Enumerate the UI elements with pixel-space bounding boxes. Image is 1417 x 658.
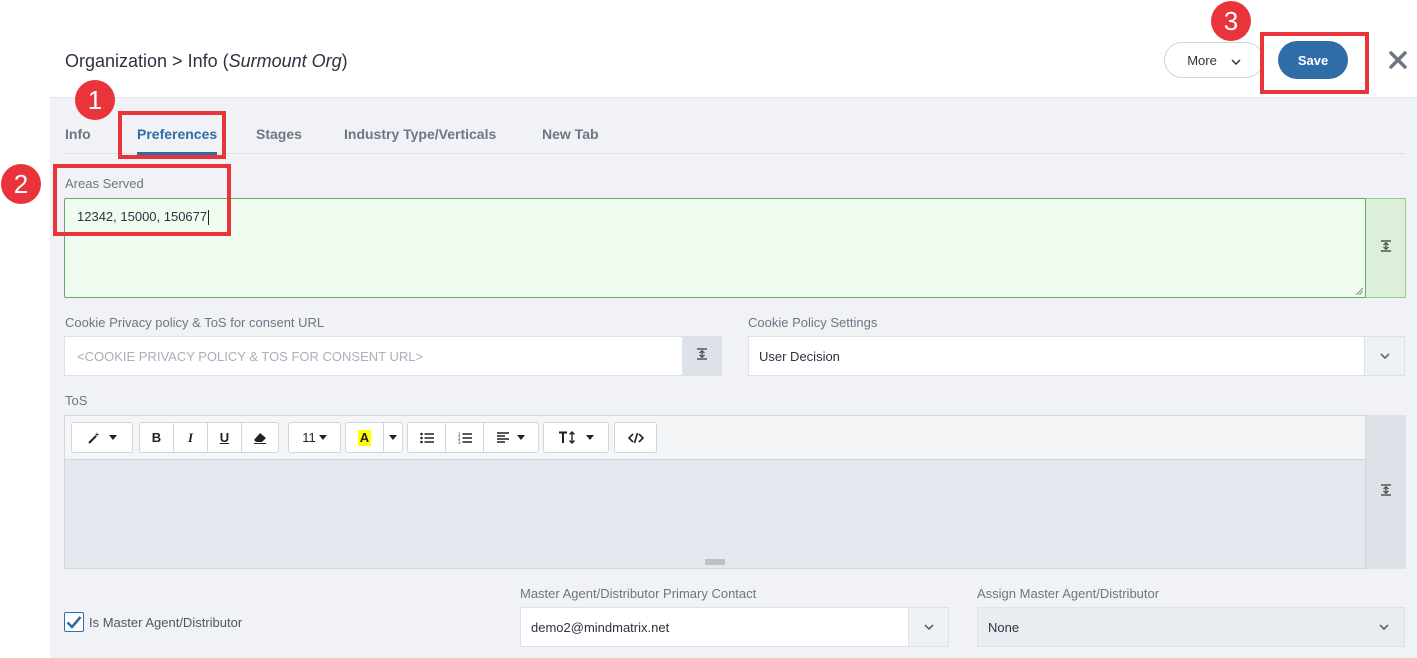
numbered-list-icon[interactable]: 123 xyxy=(446,423,484,452)
bold-icon[interactable]: B xyxy=(140,423,174,452)
page-header: Organization > Info (Surmount Org) More … xyxy=(0,0,1417,97)
more-button[interactable]: More xyxy=(1164,42,1264,78)
form-panel xyxy=(50,97,1417,658)
font-size-group: 11 xyxy=(288,422,341,453)
style-group xyxy=(71,422,133,453)
master-agent-checkbox-label: Is Master Agent/Distributor xyxy=(89,615,243,630)
text-color-icon[interactable]: A xyxy=(346,423,384,452)
annotation-box-save xyxy=(1260,32,1369,94)
assign-master-agent-select[interactable]: None xyxy=(977,607,1405,647)
cookie-policy-value: User Decision xyxy=(759,348,840,364)
svg-text:3: 3 xyxy=(458,440,461,444)
areas-served-expand-button[interactable] xyxy=(1366,198,1406,298)
font-size-select[interactable]: 11 xyxy=(289,423,340,452)
assign-master-agent-label: Assign Master Agent/Distributor xyxy=(977,586,1160,601)
close-icon[interactable] xyxy=(1385,47,1411,73)
code-view-icon[interactable] xyxy=(615,423,656,452)
cookie-policy-label: Cookie Policy Settings xyxy=(748,315,878,330)
tab-stages[interactable]: Stages xyxy=(256,126,302,142)
annotation-marker-2: 2 xyxy=(1,164,41,204)
eraser-icon[interactable] xyxy=(242,423,278,452)
chevron-down-icon xyxy=(1364,337,1404,375)
annotation-box-areas-served xyxy=(53,164,231,236)
editor-toolbar: B I U 11 A 123 xyxy=(65,416,1365,460)
line-height-icon[interactable] xyxy=(544,423,608,452)
master-agent-checkbox[interactable] xyxy=(64,612,84,632)
caret-down-icon xyxy=(318,435,327,440)
tos-label: ToS xyxy=(65,393,88,408)
magic-wand-icon xyxy=(88,431,100,444)
line-height-group xyxy=(543,422,609,453)
color-group: A xyxy=(345,422,403,453)
cookie-url-placeholder: <COOKIE PRIVACY POLICY & TOS FOR CONSENT… xyxy=(77,348,424,364)
tab-new-tab[interactable]: New Tab xyxy=(542,126,599,142)
magic-style-button[interactable] xyxy=(72,423,132,452)
cookie-url-expand-button[interactable] xyxy=(682,336,722,376)
page-title-prefix: Organization > Info ( xyxy=(65,51,229,71)
areas-served-input[interactable]: 12342, 15000, 150677 xyxy=(64,198,1366,298)
checkmark-icon xyxy=(66,616,82,629)
tos-expand-button[interactable] xyxy=(1366,415,1406,569)
cookie-policy-select[interactable]: User Decision xyxy=(748,336,1405,376)
caret-down-icon xyxy=(109,435,117,440)
list-group: 123 xyxy=(407,422,539,453)
bullet-list-icon[interactable] xyxy=(408,423,446,452)
underline-icon[interactable]: U xyxy=(208,423,242,452)
font-size-value: 11 xyxy=(302,430,316,445)
page-title-suffix: ) xyxy=(341,51,348,71)
chevron-down-icon xyxy=(1231,53,1241,68)
caret-down-icon xyxy=(517,435,525,440)
resize-grip-icon[interactable] xyxy=(1355,287,1363,295)
expand-vertical-icon xyxy=(1379,483,1393,502)
expand-vertical-icon xyxy=(695,347,709,366)
org-name: Surmount Org xyxy=(228,51,342,71)
caret-down-icon xyxy=(389,435,397,440)
assign-master-agent-value: None xyxy=(988,619,1020,635)
tab-bar: Info Preferences Stages Industry Type/Ve… xyxy=(65,120,1405,155)
align-left-icon[interactable] xyxy=(484,423,538,452)
caret-down-icon xyxy=(586,435,594,440)
expand-vertical-icon xyxy=(1379,239,1393,258)
italic-icon[interactable]: I xyxy=(174,423,208,452)
editor-resize-icon[interactable] xyxy=(705,559,725,565)
tos-rich-text-editor[interactable]: B I U 11 A 123 xyxy=(64,415,1366,569)
more-button-label: More xyxy=(1187,52,1217,68)
annotation-marker-1: 1 xyxy=(75,80,115,120)
primary-contact-label: Master Agent/Distributor Primary Contact xyxy=(520,586,757,601)
cookie-url-label: Cookie Privacy policy & ToS for consent … xyxy=(65,315,325,330)
chevron-down-icon xyxy=(1364,608,1404,646)
color-dropdown-button[interactable] xyxy=(384,423,402,452)
format-group: B I U xyxy=(139,422,279,453)
primary-contact-value: demo2@mindmatrix.net xyxy=(531,619,670,635)
code-group xyxy=(614,422,657,453)
page-title: Organization > Info (Surmount Org) xyxy=(65,51,348,72)
chevron-down-icon xyxy=(908,608,948,646)
primary-contact-select[interactable]: demo2@mindmatrix.net xyxy=(520,607,949,647)
annotation-box-preferences xyxy=(118,111,226,159)
tab-info[interactable]: Info xyxy=(65,126,91,142)
cookie-url-input[interactable]: <COOKIE PRIVACY POLICY & TOS FOR CONSENT… xyxy=(64,336,683,376)
tab-industry-type-verticals[interactable]: Industry Type/Verticals xyxy=(344,126,496,142)
annotation-marker-3: 3 xyxy=(1211,1,1251,41)
